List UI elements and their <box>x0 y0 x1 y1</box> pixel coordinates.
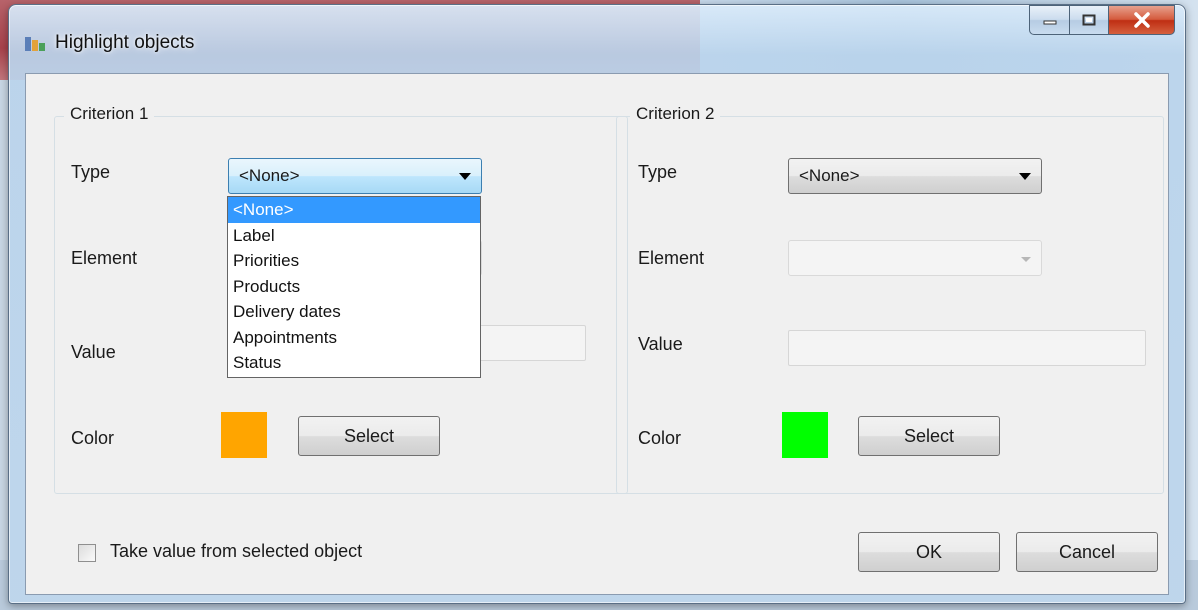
dropdown-option[interactable]: Priorities <box>228 248 480 274</box>
take-value-checkbox[interactable] <box>78 544 96 562</box>
criterion-2-type-value: <None> <box>799 166 860 185</box>
criterion-1-value-label: Value <box>71 342 116 362</box>
caption-buttons <box>1029 5 1175 37</box>
criterion-1-type-combo[interactable]: <None> <box>228 158 482 194</box>
criterion-2-color-swatch <box>782 412 828 458</box>
criterion-2-value-input[interactable] <box>788 330 1146 366</box>
ok-button[interactable]: OK <box>858 532 1000 572</box>
dialog-client-area: Criterion 1 Type <None> <None> Label Pri… <box>25 73 1169 595</box>
criterion-2-type-combo[interactable]: <None> <box>788 158 1042 194</box>
title-bar[interactable]: Highlight objects <box>9 5 1185 75</box>
criterion-1-color-label: Color <box>71 428 115 448</box>
maximize-icon <box>1082 14 1096 26</box>
take-value-label[interactable]: Take value from selected object <box>110 541 362 562</box>
dropdown-option[interactable]: Delivery dates <box>228 299 480 325</box>
chevron-down-icon[interactable] <box>459 173 471 180</box>
criterion-2-select-button[interactable]: Select <box>858 416 1000 456</box>
minimize-button[interactable] <box>1029 5 1069 35</box>
dropdown-option[interactable]: Products <box>228 274 480 300</box>
criterion-1-color-swatch <box>221 412 267 458</box>
criterion-2-element-combo[interactable] <box>788 240 1042 276</box>
cancel-button[interactable]: Cancel <box>1016 532 1158 572</box>
dropdown-option[interactable]: Appointments <box>228 325 480 351</box>
criterion-2-color-label: Color <box>638 428 682 448</box>
criterion-1-select-button[interactable]: Select <box>298 416 440 456</box>
criterion-1-legend: Criterion 1 <box>64 104 155 124</box>
maximize-button[interactable] <box>1069 5 1109 35</box>
criterion-2-value-label: Value <box>638 334 683 354</box>
dropdown-option[interactable]: Status <box>228 350 480 376</box>
close-button[interactable] <box>1109 5 1175 35</box>
dialog-window: Highlight objects Criterion 1 Type <None… <box>8 4 1186 604</box>
window-title: Highlight objects <box>55 32 195 53</box>
chevron-down-icon <box>1021 257 1031 262</box>
chevron-down-icon[interactable] <box>1019 173 1031 180</box>
criterion-1-element-label: Element <box>71 248 138 268</box>
minimize-icon <box>1043 20 1056 25</box>
criterion-1-type-value: <None> <box>239 166 300 185</box>
criterion-1-type-label: Type <box>71 162 111 182</box>
dropdown-option[interactable]: <None> <box>228 197 480 223</box>
close-icon <box>1133 12 1150 28</box>
criterion-2-type-label: Type <box>638 162 678 182</box>
dropdown-option[interactable]: Label <box>228 223 480 249</box>
app-icon <box>25 37 45 51</box>
criterion-2-legend: Criterion 2 <box>630 104 721 124</box>
criterion-1-type-dropdown: <None> Label Priorities Products Deliver… <box>227 196 481 378</box>
criterion-2-element-label: Element <box>638 248 705 268</box>
